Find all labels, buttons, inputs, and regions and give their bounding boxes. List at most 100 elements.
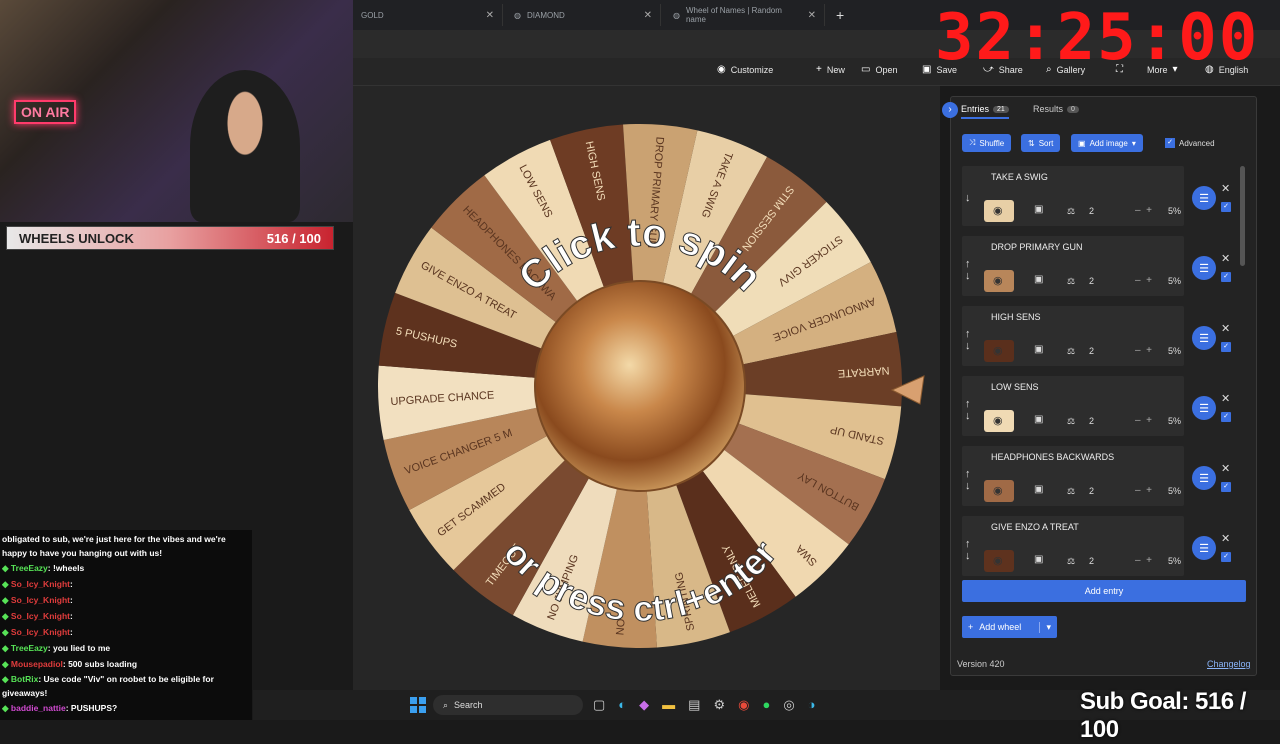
- entry-enabled-checkbox[interactable]: ✓: [1221, 412, 1231, 422]
- tab-diamond[interactable]: ◍ DIAMOND ✕: [506, 4, 661, 26]
- chat-username[interactable]: TreeEazy: [11, 563, 48, 573]
- remove-entry-button[interactable]: ✕: [1221, 392, 1230, 405]
- entry-enabled-checkbox[interactable]: ✓: [1221, 482, 1231, 492]
- changelog-link[interactable]: Changelog: [1207, 659, 1251, 669]
- close-icon[interactable]: ✕: [808, 10, 816, 21]
- remove-entry-button[interactable]: ✕: [1221, 322, 1230, 335]
- store-icon[interactable]: ▤: [688, 697, 700, 713]
- add-wheel-button[interactable]: + Add wheel ▾: [962, 616, 1057, 638]
- taskbar-search[interactable]: ⌕ Search: [433, 695, 583, 715]
- entry-enabled-checkbox[interactable]: ✓: [1221, 342, 1231, 352]
- steam-icon[interactable]: ◎: [783, 697, 794, 713]
- task-view-icon[interactable]: ▢: [593, 697, 605, 713]
- reorder-arrows[interactable]: ↑ ↓: [965, 258, 975, 282]
- entry-settings-button[interactable]: ☰: [1192, 536, 1216, 560]
- entry-row[interactable]: HEADPHONES BACKWARDS ◉ ▣ ⚖ 2 – + 5%: [962, 446, 1184, 506]
- image-icon[interactable]: ▣: [1034, 554, 1043, 565]
- close-icon[interactable]: ✕: [644, 10, 652, 21]
- reorder-arrows[interactable]: ↑ ↓: [965, 398, 975, 422]
- weight-stepper[interactable]: – +: [1135, 485, 1152, 496]
- reorder-arrows[interactable]: ↑ ↓: [965, 328, 975, 352]
- chat-username[interactable]: So_Icy_Knight: [11, 595, 70, 605]
- tab-entries[interactable]: Entries 21: [961, 104, 1009, 119]
- remove-entry-button[interactable]: ✕: [1221, 182, 1230, 195]
- new-tab-button[interactable]: +: [828, 4, 852, 26]
- entry-color-swatch[interactable]: ◉: [984, 270, 1014, 292]
- reorder-arrows[interactable]: ↓: [965, 192, 975, 204]
- chat-username[interactable]: So_Icy_Knight: [11, 579, 70, 589]
- chat-username[interactable]: Mousepadiol: [11, 659, 63, 669]
- copilot-icon[interactable]: ◆: [639, 697, 649, 713]
- chevron-down-icon[interactable]: ▾: [1039, 621, 1057, 633]
- customize-button[interactable]: ◉ Customize: [717, 64, 773, 75]
- tab-results[interactable]: Results 0: [1033, 104, 1079, 114]
- entry-enabled-checkbox[interactable]: ✓: [1221, 552, 1231, 562]
- weight-stepper[interactable]: – +: [1135, 555, 1152, 566]
- arrow-up-icon[interactable]: ↑: [965, 258, 971, 270]
- arrow-up-icon[interactable]: ↑: [965, 468, 971, 480]
- entry-weight[interactable]: 2: [1089, 276, 1094, 286]
- new-button[interactable]: + New: [816, 64, 845, 75]
- entry-settings-button[interactable]: ☰: [1192, 256, 1216, 280]
- entry-name[interactable]: LOW SENS: [991, 382, 1039, 392]
- reorder-arrows[interactable]: ↑ ↓: [965, 538, 975, 562]
- remove-entry-button[interactable]: ✕: [1221, 462, 1230, 475]
- entry-name[interactable]: HIGH SENS: [991, 312, 1041, 322]
- edge-icon[interactable]: ◐: [618, 697, 626, 713]
- entry-name[interactable]: HEADPHONES BACKWARDS: [991, 452, 1114, 462]
- image-icon[interactable]: ▣: [1034, 484, 1043, 495]
- arrow-up-icon[interactable]: ↑: [965, 538, 971, 550]
- chat-username[interactable]: TreeEazy: [11, 643, 48, 653]
- entry-enabled-checkbox[interactable]: ✓: [1221, 202, 1231, 212]
- collapse-panel-button[interactable]: ›: [942, 102, 958, 118]
- entry-row[interactable]: LOW SENS ◉ ▣ ⚖ 2 – + 5%: [962, 376, 1184, 436]
- weight-stepper[interactable]: – +: [1135, 205, 1152, 216]
- entry-settings-button[interactable]: ☰: [1192, 396, 1216, 420]
- arrow-down-icon[interactable]: ↓: [965, 340, 971, 352]
- image-icon[interactable]: ▣: [1034, 274, 1043, 285]
- advanced-checkbox[interactable]: ✓ Advanced: [1158, 134, 1222, 152]
- spin-prompt[interactable]: Click to spin or press ctrl+enter: [370, 116, 910, 656]
- arrow-down-icon[interactable]: ↓: [965, 480, 971, 492]
- settings-icon[interactable]: ⚙: [713, 697, 725, 713]
- add-image-button[interactable]: ▣ Add image ▾: [1071, 134, 1143, 152]
- arrow-down-icon[interactable]: ↓: [965, 410, 971, 422]
- entry-weight[interactable]: 2: [1089, 556, 1094, 566]
- add-entry-button[interactable]: Add entry: [962, 580, 1246, 602]
- entry-color-swatch[interactable]: ◉: [984, 200, 1014, 222]
- entry-settings-button[interactable]: ☰: [1192, 326, 1216, 350]
- image-icon[interactable]: ▣: [1034, 204, 1043, 215]
- entry-name[interactable]: GIVE ENZO A TREAT: [991, 522, 1079, 532]
- chat-username[interactable]: BotRix: [11, 674, 38, 684]
- chat-username[interactable]: baddie_nattie: [11, 703, 66, 713]
- entry-weight[interactable]: 2: [1089, 486, 1094, 496]
- chrome-icon[interactable]: ◉: [738, 697, 749, 713]
- entry-row[interactable]: DROP PRIMARY GUN ◉ ▣ ⚖ 2 – + 5%: [962, 236, 1184, 296]
- entries-scrollbar[interactable]: [1240, 166, 1245, 266]
- tab-wheel-of-names[interactable]: ◍ Wheel of Names | Random name ✕: [665, 4, 825, 26]
- windows-start-icon[interactable]: [410, 697, 426, 713]
- entry-row[interactable]: GIVE ENZO A TREAT ◉ ▣ ⚖ 2 – + 5%: [962, 516, 1184, 576]
- entry-weight[interactable]: 2: [1089, 346, 1094, 356]
- sort-button[interactable]: ⇅ Sort: [1021, 134, 1061, 152]
- entry-row[interactable]: TAKE A SWIG ◉ ▣ ⚖ 2 – + 5%: [962, 166, 1184, 226]
- chat-username[interactable]: So_Icy_Knight: [11, 627, 70, 637]
- entry-name[interactable]: DROP PRIMARY GUN: [991, 242, 1083, 252]
- entry-row[interactable]: HIGH SENS ◉ ▣ ⚖ 2 – + 5%: [962, 306, 1184, 366]
- image-icon[interactable]: ▣: [1034, 344, 1043, 355]
- entry-color-swatch[interactable]: ◉: [984, 410, 1014, 432]
- arrow-up-icon[interactable]: ↑: [965, 398, 971, 410]
- entry-weight[interactable]: 2: [1089, 206, 1094, 216]
- spotify-icon[interactable]: ●: [762, 697, 770, 713]
- remove-entry-button[interactable]: ✕: [1221, 532, 1230, 545]
- tab-gold[interactable]: GOLD ✕: [353, 4, 503, 26]
- entry-settings-button[interactable]: ☰: [1192, 466, 1216, 490]
- shuffle-button[interactable]: ⤨ Shuffle: [962, 134, 1012, 152]
- arrow-down-icon[interactable]: ↓: [965, 192, 971, 204]
- weight-stepper[interactable]: – +: [1135, 345, 1152, 356]
- arrow-up-icon[interactable]: ↑: [965, 328, 971, 340]
- file-explorer-icon[interactable]: ▬: [662, 697, 675, 713]
- entry-enabled-checkbox[interactable]: ✓: [1221, 272, 1231, 282]
- image-icon[interactable]: ▣: [1034, 414, 1043, 425]
- arrow-down-icon[interactable]: ↓: [965, 550, 971, 562]
